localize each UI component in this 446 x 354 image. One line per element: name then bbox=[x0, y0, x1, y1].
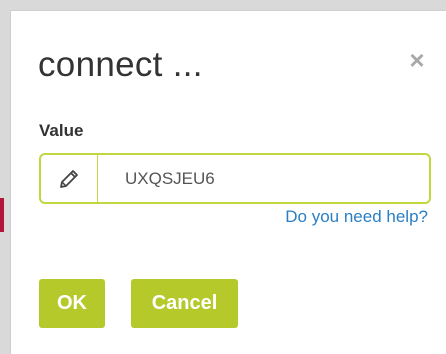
cancel-button[interactable]: Cancel bbox=[131, 279, 238, 328]
close-button[interactable]: × bbox=[404, 47, 430, 73]
background-accent-mark bbox=[0, 198, 4, 232]
value-input[interactable] bbox=[98, 155, 429, 202]
value-label: Value bbox=[39, 121, 84, 140]
dialog-title: connect ... bbox=[38, 45, 203, 84]
background-top-edge bbox=[0, 0, 446, 10]
pencil-icon-graphic bbox=[60, 169, 78, 188]
pencil-icon bbox=[41, 155, 98, 202]
ok-button[interactable]: OK bbox=[39, 279, 105, 328]
page: connect ... × Value Do you need help? OK… bbox=[0, 0, 446, 354]
help-link[interactable]: Do you need help? bbox=[285, 207, 428, 227]
value-input-group bbox=[39, 153, 431, 204]
connect-dialog: connect ... × Value Do you need help? OK… bbox=[10, 10, 446, 354]
background-left-edge bbox=[0, 10, 10, 354]
